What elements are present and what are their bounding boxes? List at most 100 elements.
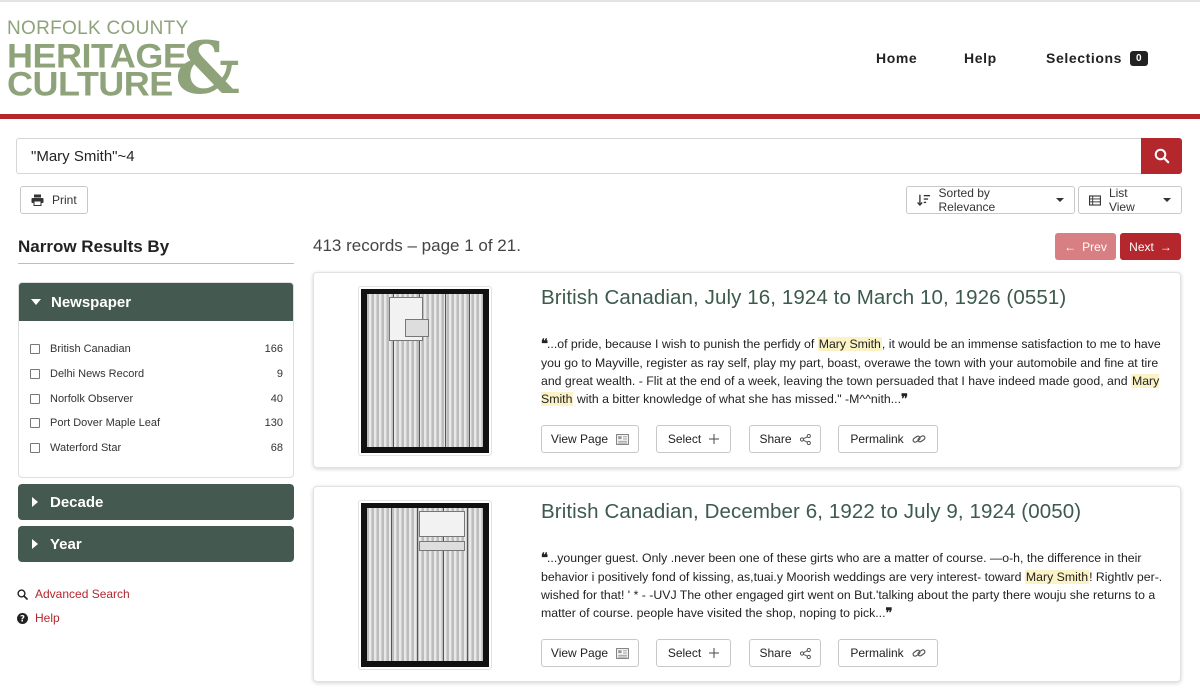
sort-label: Sorted by Relevance	[938, 186, 996, 214]
next-label: Next	[1129, 239, 1154, 254]
facet-item-label: British Canadian	[50, 343, 131, 356]
svg-text:?: ?	[20, 614, 25, 623]
facet-item-count: 166	[264, 343, 283, 356]
quote-close-icon: ❞	[885, 606, 893, 621]
advanced-search-link[interactable]: Advanced Search	[17, 587, 130, 601]
result-actions: View Page Select Share Permalink	[541, 425, 938, 453]
header-red-rule	[0, 114, 1200, 119]
result-title[interactable]: British Canadian, December 6, 1922 to Ju…	[541, 500, 1081, 524]
sort-dropdown[interactable]: Sorted by Relevance	[906, 186, 1075, 214]
site-logo[interactable]: NORFOLK COUNTY HERITAGE CULTURE &	[7, 18, 247, 104]
view-dropdown[interactable]: List View	[1078, 186, 1182, 214]
printer-icon	[31, 194, 44, 206]
result-snippet: ❝...younger guest. Only .never been one …	[541, 549, 1169, 623]
prev-label: Prev	[1082, 239, 1107, 254]
site-header: NORFOLK COUNTY HERITAGE CULTURE & Home H…	[0, 2, 1200, 114]
facet-checkbox[interactable]	[30, 393, 40, 404]
page-thumbnail[interactable]	[358, 500, 492, 670]
facet-item-count: 40	[270, 392, 283, 405]
newspaper-page-image	[361, 289, 489, 453]
search-highlight: Mary Smith	[817, 337, 882, 351]
view-label: List View	[1108, 186, 1135, 214]
caret-down-icon	[31, 299, 41, 305]
list-view-icon	[1089, 194, 1101, 206]
selections-count-badge: 0	[1130, 50, 1149, 66]
view-page-button[interactable]: View Page	[541, 425, 639, 453]
share-icon	[799, 647, 811, 659]
select-button[interactable]: Select	[656, 639, 731, 667]
next-button[interactable]: Next →	[1120, 233, 1181, 260]
facet-item[interactable]: Delhi News Record 9	[19, 362, 293, 387]
facet-item-count: 9	[276, 368, 283, 381]
plus-icon	[709, 648, 720, 658]
result-snippet: ❝...of pride, because I wish to punish t…	[541, 335, 1169, 409]
share-button[interactable]: Share	[749, 639, 821, 667]
facet-decade: Decade	[18, 484, 294, 520]
chevron-down-icon	[1056, 198, 1064, 202]
facet-checkbox[interactable]	[30, 443, 40, 454]
plus-icon	[709, 434, 720, 444]
view-page-button[interactable]: View Page	[541, 639, 639, 667]
sort-icon	[917, 194, 931, 206]
nav-help[interactable]: Help	[964, 50, 997, 66]
results-summary: 413 records – page 1 of 21.	[313, 236, 521, 255]
arrow-left-icon: ←	[1064, 239, 1077, 254]
facet-decade-label: Decade	[50, 493, 104, 511]
newspaper-icon	[616, 433, 629, 445]
search-icon	[1154, 148, 1169, 164]
print-button[interactable]: Print	[20, 186, 88, 214]
logo-ampersand: &	[175, 25, 241, 110]
facet-item[interactable]: British Canadian 166	[19, 337, 293, 362]
nav-selections-label: Selections	[1046, 50, 1123, 66]
result-actions: View Page Select Share Permalink	[541, 639, 938, 667]
share-label: Share	[759, 432, 792, 446]
logo-line-3: CULTURE	[7, 64, 173, 103]
facet-item-count: 130	[264, 417, 283, 430]
view-page-label: View Page	[550, 646, 609, 660]
help-link[interactable]: ? Help	[17, 611, 60, 625]
prev-button[interactable]: ← Prev	[1055, 233, 1116, 260]
facet-newspaper-list: British Canadian 166 Delhi News Record 9…	[19, 337, 293, 461]
caret-right-icon	[32, 497, 38, 507]
result-title[interactable]: British Canadian, July 16, 1924 to March…	[541, 286, 1066, 310]
permalink-button[interactable]: Permalink	[838, 425, 938, 453]
question-circle-icon: ?	[17, 612, 28, 624]
link-icon	[912, 435, 926, 443]
facet-item-label: Norfolk Observer	[50, 392, 134, 405]
facet-item[interactable]: Port Dover Maple Leaf 130	[19, 411, 293, 436]
nav-home[interactable]: Home	[876, 50, 917, 66]
share-icon	[799, 433, 811, 445]
facet-newspaper-label: Newspaper	[51, 293, 132, 311]
facet-item-label: Port Dover Maple Leaf	[50, 417, 161, 430]
facet-item-count: 68	[270, 442, 283, 455]
share-button[interactable]: Share	[749, 425, 821, 453]
facet-checkbox[interactable]	[30, 418, 40, 429]
page-thumbnail[interactable]	[358, 286, 492, 456]
facet-year: Year	[18, 526, 294, 562]
search-highlight: Mary Smith	[1024, 570, 1090, 584]
facet-year-toggle[interactable]: Year	[18, 526, 294, 562]
search-input[interactable]	[16, 138, 1142, 174]
quote-close-icon: ❞	[901, 392, 908, 407]
search-button[interactable]	[1141, 138, 1182, 174]
result-card: British Canadian, December 6, 1922 to Ju…	[313, 486, 1181, 682]
facet-checkbox[interactable]	[30, 344, 40, 355]
nav-selections[interactable]: Selections 0	[1046, 50, 1149, 66]
advanced-search-label: Advanced Search	[35, 587, 130, 601]
select-button[interactable]: Select	[656, 425, 731, 453]
search-bar	[16, 138, 1182, 174]
permalink-label: Permalink	[850, 646, 904, 660]
facet-decade-toggle[interactable]: Decade	[18, 484, 294, 520]
facet-item[interactable]: Waterford Star 68	[19, 436, 293, 461]
help-label: Help	[35, 611, 60, 625]
facet-newspaper-toggle[interactable]: Newspaper	[19, 283, 293, 321]
select-label: Select	[667, 646, 702, 660]
link-icon	[912, 649, 926, 657]
facet-year-label: Year	[50, 535, 82, 553]
facet-item[interactable]: Norfolk Observer 40	[19, 386, 293, 411]
search-icon	[17, 588, 28, 600]
permalink-button[interactable]: Permalink	[838, 639, 938, 667]
caret-right-icon	[32, 539, 38, 549]
facet-newspaper: Newspaper British Canadian 166 Delhi New…	[18, 282, 294, 478]
facet-checkbox[interactable]	[30, 369, 40, 380]
